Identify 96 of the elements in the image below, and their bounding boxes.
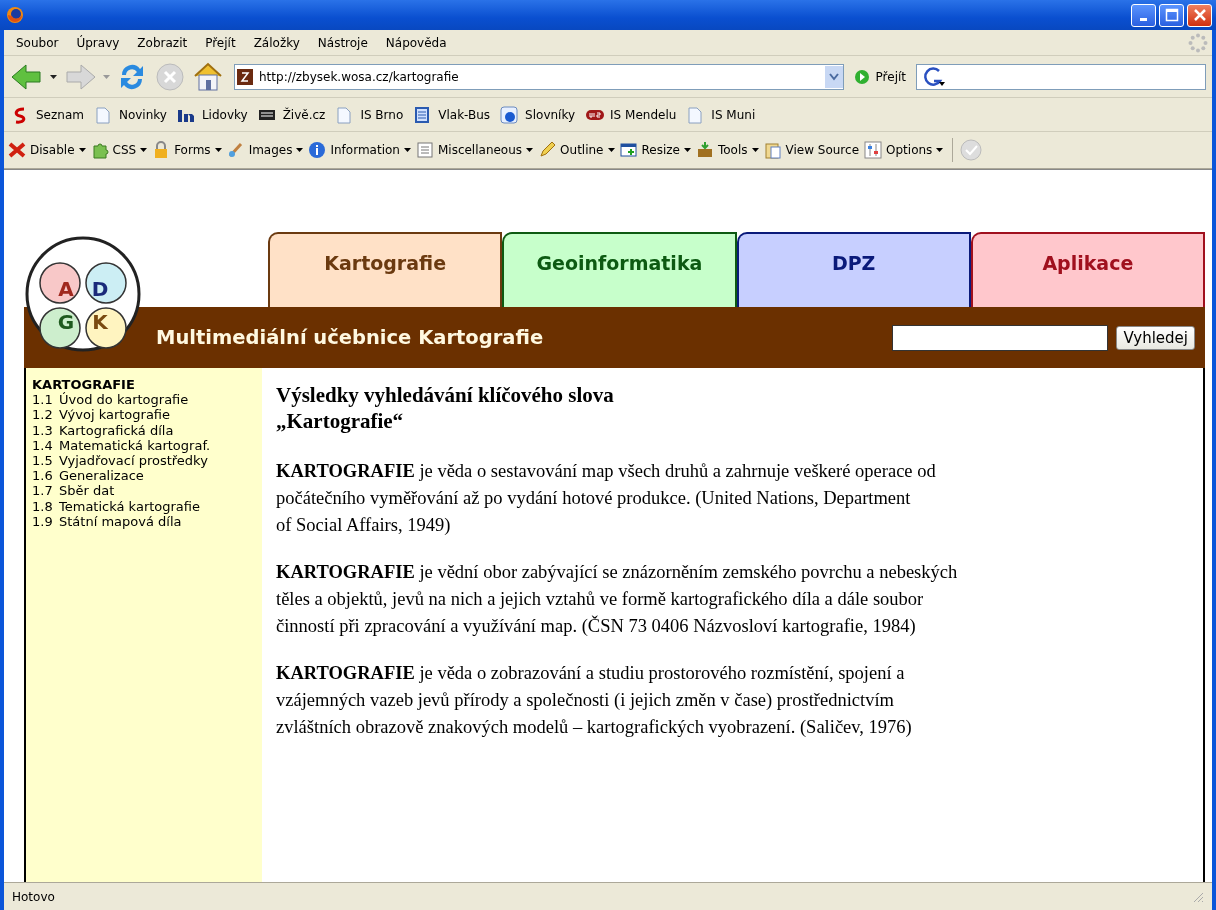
logo-letter: G	[57, 310, 75, 334]
menu-item[interactable]: Nástroje	[309, 33, 376, 52]
status-text: Hotovo	[12, 889, 55, 904]
close-button[interactable]	[1187, 3, 1212, 27]
caret-icon[interactable]	[50, 74, 57, 79]
dropdown-arrow-icon	[403, 147, 411, 153]
list-icon	[415, 141, 434, 159]
bookmark-item[interactable]: Seznam	[8, 103, 87, 126]
sidebar-link[interactable]: 1.1 Úvod do kartografie	[32, 392, 256, 408]
sidebar-heading: KARTOGRAFIE	[32, 377, 136, 392]
clipboard-icon	[763, 141, 782, 159]
section-tab[interactable]: DPZ	[736, 232, 971, 307]
dropdown-arrow-icon	[214, 147, 222, 153]
sidebar-link[interactable]: 1.4 Matematická kartograf.	[32, 437, 256, 453]
resize-grip-icon	[1192, 890, 1204, 903]
sidebar-link[interactable]: 1.5 Vyjadřovací prostředky	[32, 453, 256, 469]
menu-item[interactable]: Úpravy	[68, 33, 128, 52]
cross-icon	[8, 141, 26, 159]
maximize-icon	[1164, 8, 1179, 22]
options-icon	[864, 141, 883, 159]
dropdown-arrow-icon	[78, 147, 86, 153]
dropdown-arrow-icon	[683, 147, 691, 153]
search-field[interactable]	[916, 63, 1206, 90]
dropdown-arrow-icon	[607, 147, 615, 153]
sidebar-link[interactable]: 1.2 Vývoj kartografie	[32, 407, 256, 423]
puzzle-icon	[90, 141, 109, 159]
toolbar-menu-button[interactable]: Information	[306, 139, 413, 161]
window-resize-icon	[619, 141, 638, 159]
url-text: http://zbysek.wosa.cz/kartografie	[259, 69, 460, 84]
section-tab[interactable]: Geoinformatika	[502, 232, 737, 307]
bookmark-item[interactable]: IS Muni	[683, 103, 759, 126]
minimize-icon	[1140, 18, 1147, 21]
dropdown-arrow-icon	[936, 147, 944, 153]
bookmark-item[interactable]: Novinky	[90, 103, 170, 126]
sidebar-link[interactable]: 1.9 Státní mapová díla	[32, 513, 256, 530]
logo-letter: D	[91, 277, 109, 301]
go-icon	[853, 68, 870, 85]
sidebar-link[interactable]: 1.3 Kartografická díla	[32, 422, 256, 438]
search-field[interactable]	[892, 324, 1109, 351]
toolbar-menu-button[interactable]: Images	[224, 139, 306, 161]
menu-item[interactable]: Záložky	[245, 33, 308, 52]
history-dropdown-button[interactable]	[824, 65, 843, 88]
toolbar-menu-button[interactable]: Miscellaneous	[413, 139, 536, 161]
sidebar-link[interactable]: 1.6 Generalizace	[32, 468, 256, 484]
menu-item[interactable]: Přejít	[197, 33, 244, 52]
bookmark-item[interactable]: Slovníky	[497, 103, 579, 126]
checkmark-icon[interactable]	[960, 139, 983, 161]
logo-letter: A	[58, 277, 74, 301]
toolbar-menu-button[interactable]: Forms	[150, 139, 224, 161]
section-tab[interactable]: Kartografie	[268, 232, 503, 307]
dictionary-icon	[500, 105, 521, 124]
toolbar-menu-button[interactable]: CSS	[88, 139, 150, 161]
bookmark-item[interactable]: IS Mendelu	[582, 103, 680, 126]
toolbar-menu-button[interactable]: Options	[862, 139, 946, 161]
toolbar-menu-button[interactable]: Outline	[536, 139, 617, 161]
search-button[interactable]: Vyhledej	[1116, 325, 1195, 350]
bookmark-item[interactable]: Lidovky	[173, 103, 251, 126]
toolbox-icon	[695, 141, 714, 159]
logo-letter: K	[92, 310, 108, 334]
bookmark-item[interactable]: Vlak-Bus	[410, 103, 494, 126]
toolbar-menu-button[interactable]: Resize	[617, 139, 693, 161]
address-field[interactable]: http://zbysek.wosa.cz/kartografie	[234, 63, 844, 90]
dropdown-arrow-icon	[526, 147, 534, 153]
firefox-icon	[6, 6, 24, 24]
minimize-button[interactable]	[1131, 3, 1156, 27]
toolbar-menu-button[interactable]: View Source	[761, 139, 862, 161]
definition-paragraph: KARTOGRAFIE je vědní obor zabývající se znázorněním zemského povrchu a nebeských těles a objektů, jevů na nich a jejich vztahů ve formě kartografického díla a dále soubor činností při zpracování a využívání map. (ČSN 73 0406 Názvosloví kartografie, 1984)	[276, 561, 959, 638]
sidebar-link[interactable]: 1.7 Sběr dat	[32, 483, 256, 499]
chevron-down-icon	[828, 72, 839, 81]
toolbar-menu-button[interactable]: Disable	[6, 139, 88, 161]
back-icon[interactable]	[10, 61, 44, 92]
toolbar-menu-button[interactable]: Tools	[693, 139, 761, 161]
site-favicon-icon	[237, 68, 253, 85]
menu-item[interactable]: Zobrazit	[129, 33, 196, 52]
site-title: Multimediální učebnice Kartografie	[156, 326, 545, 349]
close-icon	[1192, 8, 1207, 22]
definition-paragraph: KARTOGRAFIE je věda o sestavování map všech druhů a zahrnuje veškeré operace od počátečního vyměřování až po vydání hotové produkce. (United Nations, Department of Social Affairs, 1949)	[276, 460, 937, 537]
dropdown-arrow-icon	[751, 147, 759, 153]
go-button[interactable]: Přejít	[849, 66, 910, 87]
google-icon	[923, 66, 945, 87]
home-icon[interactable]	[192, 60, 224, 93]
dropdown-arrow-icon	[296, 147, 304, 153]
bookmark-item[interactable]: IS Brno	[332, 103, 407, 126]
results-heading: Výsledky vyhledávání klíčového slova „Kartografie“	[276, 382, 615, 434]
definition-paragraph: KARTOGRAFIE je věda o zobrazování a studiu prostorového rozmístění, spojení a vzájemných vazeb jevů přírody a společnosti (i jejich změn v čase) prostřednictvím zvláštních obrazově znakových modelů – kartografických vyobrazení. (Saličev, 1976)	[276, 662, 913, 739]
maximize-button[interactable]	[1159, 3, 1184, 27]
dropdown-arrow-icon	[140, 147, 148, 153]
throbber-icon	[1188, 32, 1208, 53]
menu-item[interactable]: Soubor	[8, 33, 67, 52]
info-icon	[308, 141, 327, 159]
pencil-icon	[538, 141, 557, 159]
bookmark-item[interactable]: Živě.cz	[254, 103, 329, 126]
paintbrush-icon	[226, 141, 245, 159]
section-tab[interactable]: Aplikace	[970, 232, 1205, 307]
menu-item[interactable]: Nápověda	[377, 33, 455, 52]
sidebar-link[interactable]: 1.8 Tematická kartografie	[32, 498, 256, 514]
